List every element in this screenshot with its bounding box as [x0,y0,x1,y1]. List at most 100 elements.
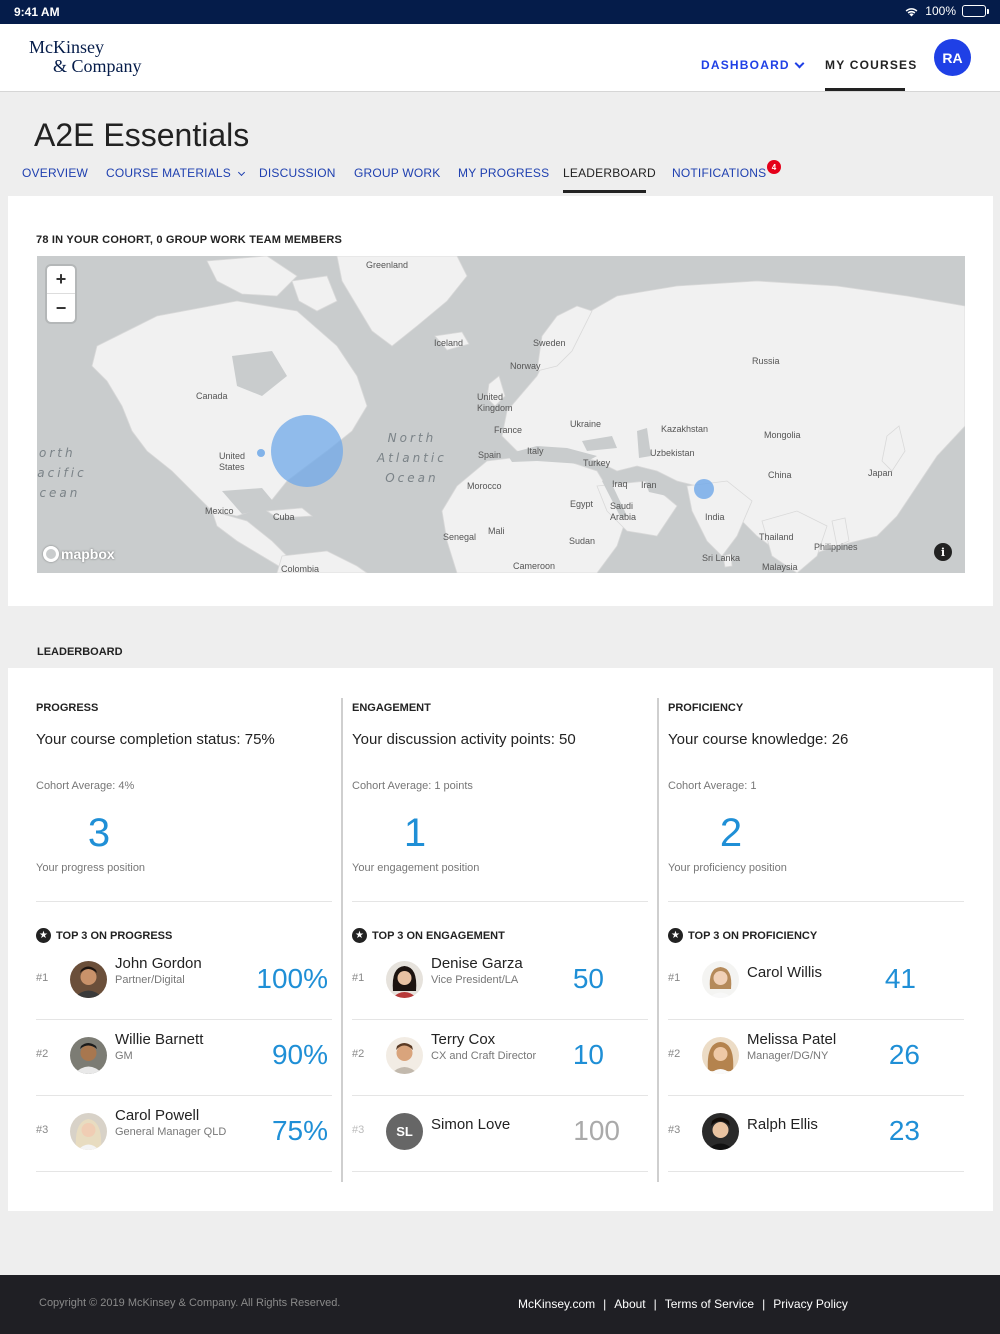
divider [352,901,648,902]
user-avatar[interactable]: RA [934,39,971,76]
map-label: Egypt [570,499,594,509]
map-label: Russia [752,356,780,366]
map-info-button[interactable]: i [934,543,952,561]
leader-row[interactable]: #2 Melissa Patel Manager/DG/NY 26 [668,1020,964,1096]
leader-row[interactable]: #2 Willie Barnett GM 90% [36,1020,332,1096]
tab-overview[interactable]: OVERVIEW [22,166,88,180]
position-number: 2 [719,811,743,855]
map-label: Mali [488,526,505,536]
map-label: Sri Lanka [702,553,741,563]
leader-name: Ralph Ellis [747,1116,818,1133]
leader-name: Carol Powell [115,1107,200,1124]
leader-name: John Gordon [115,955,202,972]
leader-row[interactable]: #1 Carol Willis 41 [668,944,964,1020]
zoom-in-button[interactable]: + [47,266,75,294]
tab-course-materials[interactable]: COURSE MATERIALS [106,166,246,180]
map-label: Iceland [434,338,464,348]
leader-name: Denise Garza [431,955,523,972]
map-zoom-controls: + − [47,266,75,322]
course-tabs: OVERVIEW COURSE MATERIALS DISCUSSION GRO… [22,160,982,196]
leader-score: 26 [888,1039,920,1070]
position-number: 3 [87,811,111,855]
page-title: A2E Essentials [34,117,250,153]
avatar [386,961,423,998]
leader-row[interactable]: #3 SL Simon Love 100 [352,1096,648,1172]
map-label: Sudan [569,536,596,546]
map-label: Norway [510,361,541,371]
map-label: Cameroon [513,561,556,571]
rank: #2 [668,1048,681,1060]
leader-score: 10 [572,1039,604,1070]
top3-heading: ★ TOP 3 ON PROGRESS [36,928,172,943]
chevron-down-icon [237,168,246,177]
mckinsey-logo[interactable]: McKinsey & Company [29,38,142,76]
cohort-count-label: 78 IN YOUR COHORT, 0 GROUP WORK TEAM MEM… [36,234,343,246]
wifi-icon [905,7,918,16]
map-label: Ukraine [570,419,602,429]
tab-leaderboard[interactable]: LEADERBOARD [563,166,656,180]
map-label: United Kingdom [477,392,513,413]
footer-link-mckinsey[interactable]: McKinsey.com [518,1297,595,1311]
ocean-label-pacific: North Pacific Ocean [37,446,87,500]
avatar [70,961,107,998]
footer-separator: | [603,1297,607,1311]
position-label: Your progress position [36,862,146,874]
status-right: 100% [904,4,989,18]
mapbox-wordmark: mapbox [61,546,115,562]
top3-heading: ★ TOP 3 ON ENGAGEMENT [352,928,505,943]
column-status: Your discussion activity points: 50 [352,731,576,748]
leader-row[interactable]: #1 Denise Garza Vice President/LA 50 [352,944,648,1020]
map-label: Spain [478,450,502,460]
cohort-map-card: 78 IN YOUR COHORT, 0 GROUP WORK TEAM MEM… [8,196,993,606]
leader-role: Manager/DG/NY [747,1050,829,1062]
rank: #1 [36,972,49,984]
cohort-average: Cohort Average: 1 points [352,780,473,792]
tab-discussion[interactable]: DISCUSSION [259,166,336,180]
footer-link-terms[interactable]: Terms of Service [665,1297,754,1311]
rank: #2 [352,1048,365,1060]
cohort-map[interactable]: Greenland Iceland Sweden Norway Russia C… [37,256,965,573]
column-title: PROGRESS [36,702,99,714]
leader-row[interactable]: #2 Terry Cox CX and Craft Director 10 [352,1020,648,1096]
leader-score: 50 [572,963,604,994]
leader-score: 75% [271,1115,328,1146]
map-label: Philippines [814,542,858,552]
column-status: Your course knowledge: 26 [668,731,849,748]
leader-row[interactable]: #1 John Gordon Partner/Digital 100% [36,944,332,1020]
mapbox-logo[interactable]: mapbox [43,546,115,562]
leader-score: 100% [256,963,328,994]
battery-icon [962,5,989,17]
tab-my-progress[interactable]: MY PROGRESS [458,166,549,180]
leader-name: Melissa Patel [747,1031,837,1048]
map-label: Mongolia [764,430,801,440]
tab-group-work[interactable]: GROUP WORK [354,166,440,180]
rank: #3 [668,1124,681,1136]
position-number: 1 [403,811,427,855]
zoom-out-button[interactable]: − [47,294,75,322]
leader-role: General Manager QLD [115,1126,227,1138]
dashboard-menu[interactable]: DASHBOARD [701,58,805,72]
map-label: United States [219,451,246,472]
footer-link-about[interactable]: About [614,1297,645,1311]
map-label: Canada [196,391,228,401]
map-label: Saudi Arabia [610,501,637,522]
cohort-average: Cohort Average: 4% [36,780,135,792]
mapbox-icon [43,546,59,562]
star-icon: ★ [668,928,683,943]
avatar: SL [386,1113,423,1150]
map-label: Kazakhstan [661,424,709,434]
footer-link-privacy[interactable]: Privacy Policy [773,1297,848,1311]
avatar [702,1037,739,1074]
map-label: Colombia [281,564,320,573]
progress-column: PROGRESS Your course completion status: … [8,668,332,1211]
map-label: Japan [868,468,893,478]
position-label: Your engagement position [352,862,480,874]
leader-row[interactable]: #3 Ralph Ellis 23 [668,1096,964,1172]
cohort-marker-northeast-us [271,415,343,487]
my-courses-link[interactable]: MY COURSES [825,58,917,72]
avatar [70,1113,107,1150]
tab-notifications[interactable]: NOTIFICATIONS [672,166,766,180]
leader-score: 23 [888,1115,920,1146]
leader-row[interactable]: #3 Carol Powell General Manager QLD 75% [36,1096,332,1172]
ocean-label-atlantic: North Atlantic Ocean [377,431,447,485]
